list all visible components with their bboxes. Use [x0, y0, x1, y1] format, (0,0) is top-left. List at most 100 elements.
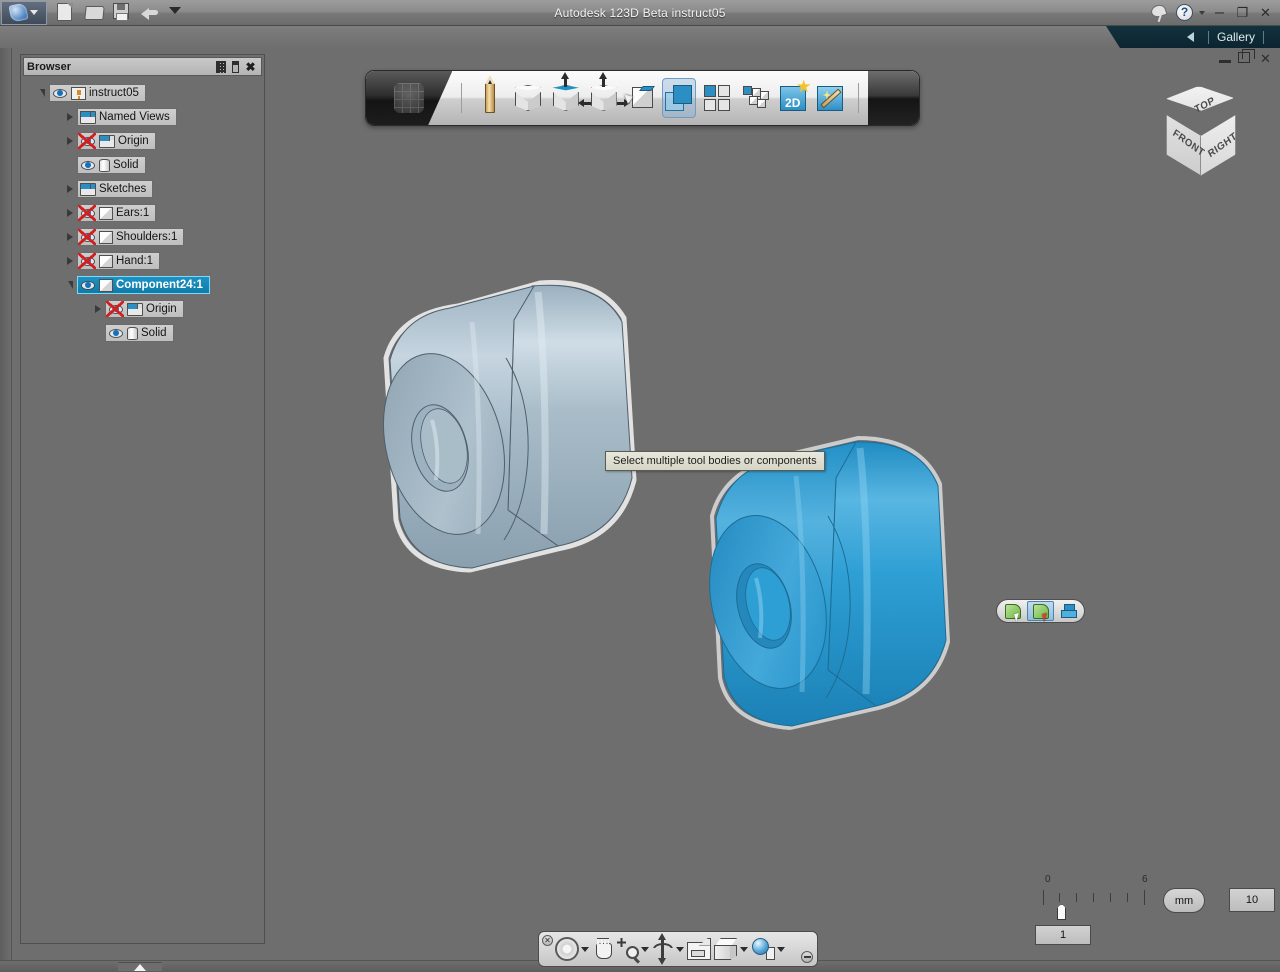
browser-dock-button[interactable] [228, 59, 243, 74]
tree-expander[interactable] [35, 86, 49, 100]
tree-item-10[interactable]: Solid [105, 324, 174, 342]
panel-expand-arrow[interactable] [118, 962, 162, 971]
display-style-tool[interactable] [714, 938, 748, 960]
visibility-eye-icon[interactable] [80, 279, 96, 292]
pan-tool[interactable] [592, 938, 614, 960]
tree-item-0[interactable]: instruct05 [49, 84, 146, 102]
select-target-body-button[interactable] [999, 601, 1026, 622]
pattern-grid-icon [704, 85, 731, 111]
navbar-close-button[interactable]: ✕ [542, 935, 553, 946]
undo-button[interactable] [141, 3, 161, 22]
chevron-down-icon[interactable] [1199, 10, 1205, 15]
minimize-button[interactable]: – [1211, 4, 1228, 20]
browser-panel: Browser ✖ instruct05 Named Views Origin Sol… [20, 54, 265, 944]
gallery-tab[interactable]: Gallery [1217, 30, 1255, 44]
scale-ruler[interactable] [1043, 890, 1158, 906]
save-button[interactable] [113, 3, 133, 22]
open-button[interactable] [84, 3, 105, 22]
app-menu-button[interactable] [1, 0, 47, 25]
orbit-tool[interactable] [652, 933, 684, 965]
modify-tool[interactable] [577, 72, 630, 118]
tree-expander[interactable] [63, 134, 77, 148]
tree-expander[interactable] [63, 110, 77, 124]
tool-body[interactable] [632, 435, 972, 756]
maximize-button[interactable]: ❐ [1234, 5, 1251, 20]
tree-expander[interactable] [63, 254, 77, 268]
tree-item-7[interactable]: Hand:1 [77, 252, 161, 270]
tree-item-6[interactable]: Shoulders:1 [77, 228, 185, 246]
more-commands-button[interactable] [169, 3, 189, 22]
toolbar-right-cap [868, 71, 919, 125]
scale-tick-label-min: 0 [1045, 874, 1051, 885]
tree-item-8[interactable]: Component24:1 [77, 276, 210, 294]
drawing-2d-tool[interactable]: 2D [776, 78, 811, 118]
chevron-down-icon [30, 10, 38, 15]
chevron-down-icon[interactable] [740, 946, 748, 952]
magnifier-icon [617, 938, 641, 963]
combine-operation-button[interactable] [1055, 601, 1082, 621]
sketch-tool[interactable] [473, 75, 507, 118]
back-arrow-icon[interactable] [1186, 32, 1194, 42]
primitives-tool[interactable] [511, 78, 545, 118]
visibility-eye-off-icon[interactable] [78, 252, 96, 269]
floppy-disk-icon [113, 3, 129, 19]
help-icon[interactable]: ? [1176, 4, 1193, 21]
zoom-tool[interactable] [617, 938, 649, 963]
tree-item-3[interactable]: Solid [77, 156, 146, 174]
visibility-eye-off-icon[interactable] [78, 132, 96, 149]
tree-item-4[interactable]: Sketches [77, 180, 154, 198]
select-tool-bodies-button[interactable] [1027, 601, 1054, 622]
scale-unit-selector[interactable]: mm [1163, 888, 1205, 913]
tree-item-1[interactable]: Named Views [77, 108, 177, 126]
browser-panel-title: Browser [27, 60, 72, 73]
browser-close-button[interactable]: ✖ [243, 59, 258, 74]
tree-expander[interactable] [91, 302, 105, 316]
visibility-eye-off-icon[interactable] [106, 300, 124, 317]
new-button[interactable] [57, 3, 77, 22]
bevel-tool[interactable] [624, 78, 658, 118]
construct-tool[interactable] [549, 72, 583, 118]
navbar-collapse-button[interactable] [801, 951, 813, 963]
scale-slider-handle[interactable] [1057, 904, 1066, 920]
document-close-button[interactable]: ✕ [1257, 52, 1274, 66]
visibility-eye-off-icon[interactable] [78, 228, 96, 245]
document-restore-button[interactable] [1238, 49, 1255, 63]
connect-icon[interactable] [1150, 4, 1170, 22]
tree-item-2[interactable]: Origin [77, 132, 156, 150]
pattern-tool[interactable] [700, 78, 734, 118]
chevron-down-icon[interactable] [777, 946, 785, 952]
tree-expander[interactable] [63, 182, 77, 196]
scale-value-field[interactable]: 1 [1035, 925, 1091, 945]
visibility-eye-icon[interactable] [52, 87, 68, 100]
steering-wheel-icon [555, 937, 579, 961]
scale-max-field[interactable]: 10 [1229, 888, 1275, 912]
chevron-down-icon[interactable] [641, 946, 649, 952]
grid-icon [215, 60, 226, 73]
chevron-down-icon[interactable] [676, 946, 684, 952]
fit-view-tool[interactable] [687, 937, 711, 960]
browser-grid-button[interactable] [213, 59, 228, 74]
visual-style-tool[interactable] [751, 938, 785, 960]
tree-expander[interactable] [63, 278, 77, 292]
chevron-down-icon[interactable] [581, 946, 589, 952]
steering-wheel-tool[interactable] [555, 937, 589, 961]
target-body[interactable] [300, 248, 660, 578]
tree-expander[interactable] [63, 206, 77, 220]
chevron-right-icon [67, 185, 73, 193]
assemble-tool[interactable] [738, 78, 772, 118]
visibility-eye-off-icon[interactable] [78, 204, 96, 221]
tree-item-9[interactable]: Origin [105, 300, 184, 318]
visibility-eye-icon[interactable] [80, 159, 96, 172]
combine-operation-icon [1060, 603, 1077, 619]
visibility-eye-icon[interactable] [108, 327, 124, 340]
tree-expander[interactable] [63, 230, 77, 244]
document-minimize-button[interactable] [1219, 60, 1231, 63]
chevron-right-icon [67, 113, 73, 121]
smart-tool[interactable] [814, 78, 848, 118]
view-cube[interactable]: TOP FRONT RIGHT [1152, 86, 1248, 186]
combine-tool[interactable] [662, 78, 697, 118]
tree-item-label: Origin [118, 135, 149, 147]
tree-item-5[interactable]: Ears:1 [77, 204, 157, 222]
close-button[interactable]: ✕ [1257, 5, 1274, 20]
left-panel-edge [0, 48, 12, 972]
